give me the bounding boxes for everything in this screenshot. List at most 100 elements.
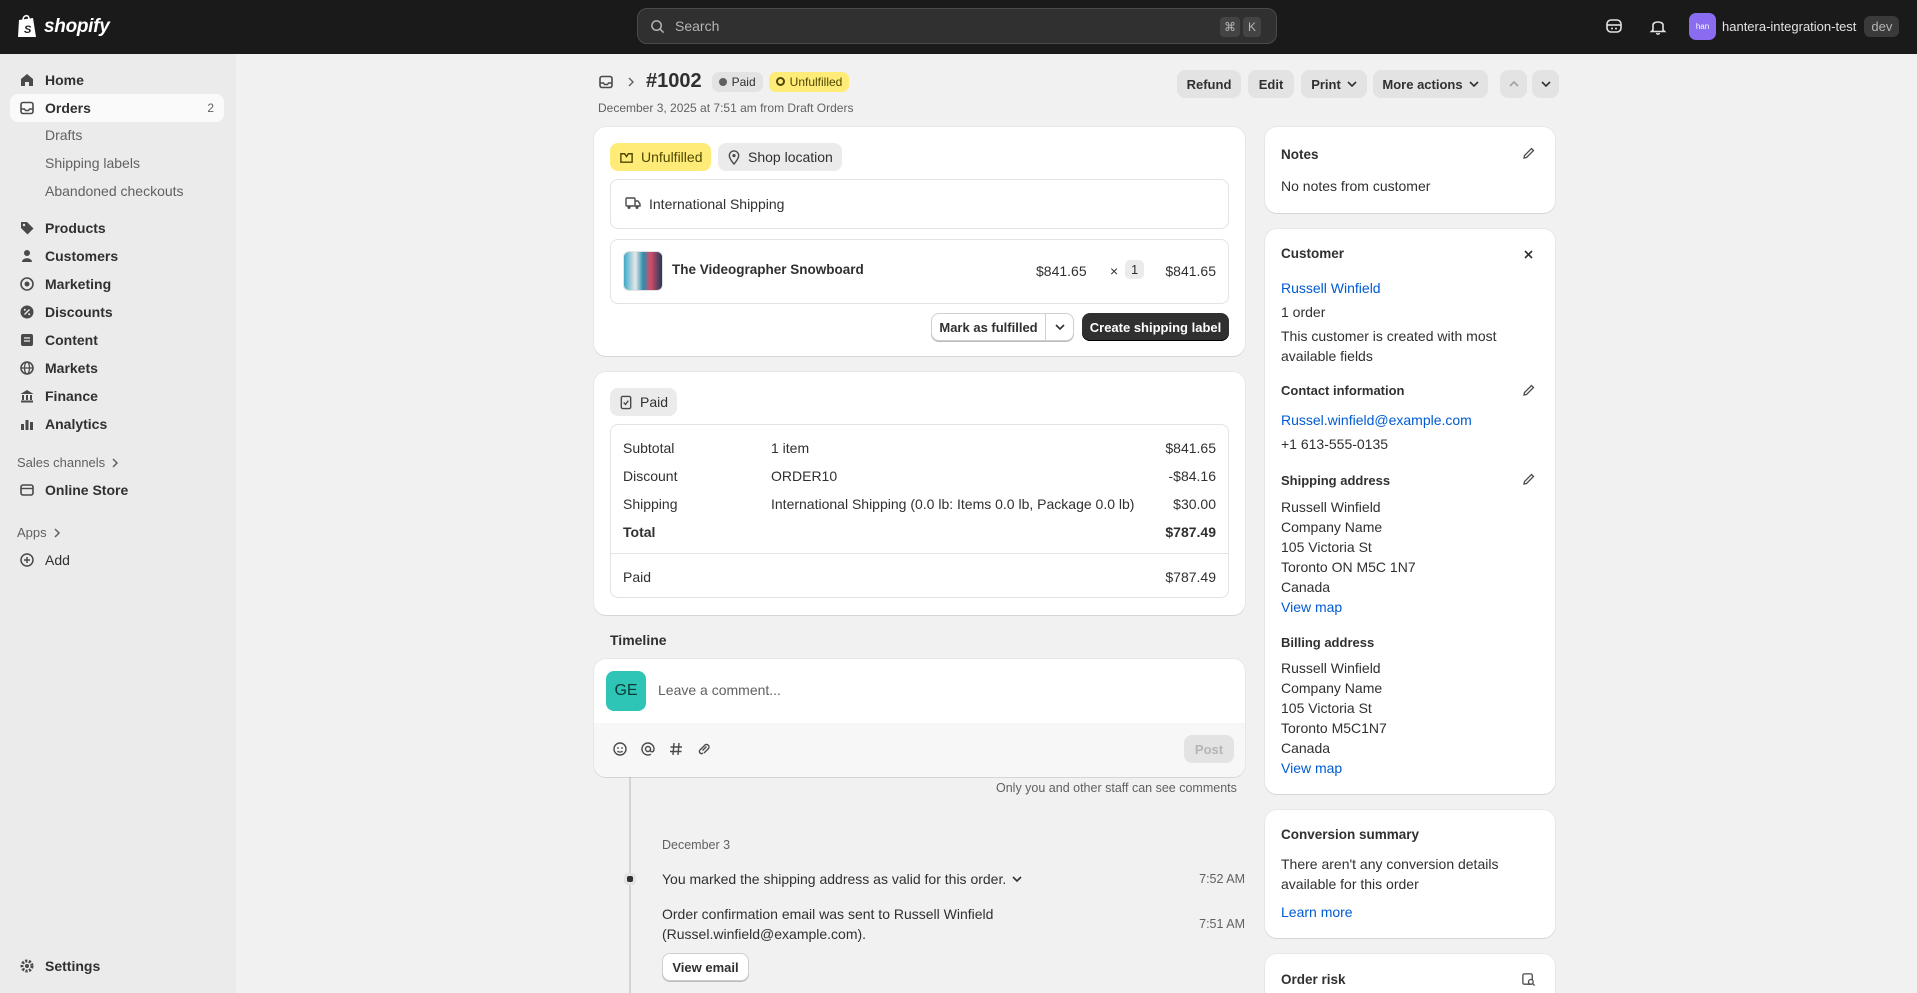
chevron-down-icon bbox=[1469, 81, 1479, 88]
shipping-method-box: International Shipping bbox=[610, 179, 1229, 229]
line-total: $841.65 bbox=[1165, 263, 1216, 279]
order-subtitle: December 3, 2025 at 7:51 am from Draft O… bbox=[598, 101, 854, 115]
next-order-button[interactable] bbox=[1532, 70, 1559, 98]
bell-icon[interactable] bbox=[1648, 16, 1668, 36]
shopify-logo[interactable]: S shopify bbox=[16, 14, 110, 39]
paid-pill: Paid bbox=[610, 388, 678, 416]
sidebar-item-label: Finance bbox=[45, 388, 98, 404]
plus-circle-icon bbox=[20, 553, 34, 567]
post-button[interactable]: Post bbox=[1184, 735, 1234, 763]
sidebar-item-content[interactable]: Content bbox=[10, 326, 224, 354]
comment-input[interactable]: Leave a comment... bbox=[658, 682, 781, 698]
attachment-icon[interactable] bbox=[696, 741, 712, 757]
refund-button[interactable]: Refund bbox=[1177, 70, 1241, 98]
view-email-button[interactable]: View email bbox=[662, 953, 749, 981]
apps-heading[interactable]: Apps bbox=[17, 525, 61, 540]
sidebar-item-drafts[interactable]: Drafts bbox=[45, 127, 82, 143]
close-icon[interactable] bbox=[1523, 249, 1534, 260]
sidekick-icon[interactable] bbox=[1604, 16, 1624, 36]
sidebar-item-shipping-labels[interactable]: Shipping labels bbox=[45, 155, 140, 171]
discount-amount: -$84.16 bbox=[1168, 468, 1216, 484]
inbox-icon[interactable] bbox=[598, 74, 614, 90]
search-input[interactable]: Search ⌘ K bbox=[637, 8, 1277, 44]
payment-status-badge: Paid bbox=[711, 71, 763, 92]
page-header: #1002 Paid Unfulfilled bbox=[598, 70, 855, 93]
contact-heading: Contact information bbox=[1281, 383, 1405, 398]
bank-icon bbox=[20, 390, 34, 403]
risk-analysis-icon[interactable] bbox=[1521, 972, 1536, 987]
pill-label: Shop location bbox=[748, 149, 833, 165]
product-thumbnail[interactable] bbox=[623, 251, 663, 291]
sidebar-item-customers[interactable]: Customers bbox=[10, 242, 224, 270]
sidebar-item-abandoned-checkouts[interactable]: Abandoned checkouts bbox=[45, 183, 184, 199]
sidebar-item-label: Analytics bbox=[45, 416, 108, 432]
previous-order-button[interactable] bbox=[1500, 70, 1527, 98]
fulfill-options-button[interactable] bbox=[1046, 313, 1074, 341]
sidebar-item-products[interactable]: Products bbox=[10, 214, 224, 242]
sidebar-item-orders[interactable]: Orders 2 bbox=[10, 94, 224, 122]
emoji-icon[interactable] bbox=[612, 741, 628, 757]
timeline-rail bbox=[629, 777, 631, 993]
discount-icon bbox=[20, 305, 34, 319]
button-label: Mark as fulfilled bbox=[939, 319, 1038, 335]
conversion-summary-card: Conversion summary There aren't any conv… bbox=[1265, 810, 1555, 938]
pencil-icon[interactable] bbox=[1522, 146, 1536, 160]
create-shipping-label-button[interactable]: Create shipping label bbox=[1082, 313, 1229, 341]
print-button[interactable]: Print bbox=[1301, 70, 1367, 98]
sidebar-item-marketing[interactable]: Marketing bbox=[10, 270, 224, 298]
shipping-address-line: Canada bbox=[1281, 579, 1331, 595]
billing-address-line: Russell Winfield bbox=[1281, 660, 1381, 676]
mark-as-fulfilled-button[interactable]: Mark as fulfilled bbox=[931, 313, 1046, 341]
mention-icon[interactable] bbox=[640, 741, 656, 757]
billing-address-line: Toronto M5C1N7 bbox=[1281, 720, 1387, 736]
sidebar-item-online-store[interactable]: Online Store bbox=[10, 476, 224, 504]
sidebar-item-analytics[interactable]: Analytics bbox=[10, 410, 224, 438]
chevron-right-icon bbox=[54, 527, 60, 538]
truck-icon bbox=[625, 197, 641, 209]
more-actions-button[interactable]: More actions bbox=[1373, 70, 1488, 98]
customer-email-link[interactable]: Russel.winfield@example.com bbox=[1281, 412, 1472, 428]
section-label: Apps bbox=[17, 525, 47, 540]
sidebar-item-settings[interactable]: Settings bbox=[10, 952, 224, 980]
unfulfilled-pill: Unfulfilled bbox=[610, 143, 712, 171]
timeline-event-address-validated[interactable]: You marked the shipping address as valid… bbox=[662, 871, 1022, 887]
order-risk-heading: Order risk bbox=[1281, 972, 1346, 987]
sidebar-item-discounts[interactable]: Discounts bbox=[10, 298, 224, 326]
shortcut-key-cmd: ⌘ bbox=[1220, 17, 1240, 37]
fulfillment-icon bbox=[620, 152, 633, 163]
sidebar-item-label: Marketing bbox=[45, 276, 112, 292]
pencil-icon[interactable] bbox=[1522, 383, 1536, 397]
billing-view-map-link[interactable]: View map bbox=[1281, 760, 1342, 776]
pencil-icon[interactable] bbox=[1522, 472, 1536, 486]
shop-location-pill: Shop location bbox=[718, 143, 842, 171]
edit-button[interactable]: Edit bbox=[1248, 70, 1294, 98]
sidebar-item-add-app[interactable]: Add bbox=[10, 546, 224, 574]
home-icon bbox=[21, 74, 33, 86]
composer-toolbar: Post bbox=[594, 723, 1245, 777]
button-label: More actions bbox=[1382, 76, 1463, 92]
chevron-down-icon bbox=[1012, 876, 1022, 883]
env-badge: dev bbox=[1864, 16, 1900, 37]
product-name[interactable]: The Videographer Snowboard bbox=[672, 262, 864, 277]
sidebar-item-home[interactable]: Home bbox=[10, 66, 224, 94]
store-switcher[interactable]: han hantera-integration-test dev bbox=[1689, 13, 1900, 40]
notes-card: Notes No notes from customer bbox=[1265, 127, 1555, 213]
receipt-check-icon bbox=[620, 395, 632, 409]
sidebar-item-finance[interactable]: Finance bbox=[10, 382, 224, 410]
shipping-address-line: Toronto ON M5C 1N7 bbox=[1281, 559, 1416, 575]
customer-name-link[interactable]: Russell Winfield bbox=[1281, 280, 1381, 296]
timeline-dot bbox=[624, 873, 636, 885]
sales-channels-heading[interactable]: Sales channels bbox=[17, 455, 119, 470]
shipping-address-line: Company Name bbox=[1281, 519, 1383, 535]
shipping-view-map-link[interactable]: View map bbox=[1281, 599, 1342, 615]
sidebar-item-markets[interactable]: Markets bbox=[10, 354, 224, 382]
fulfillment-card: Unfulfilled Shop location International … bbox=[594, 127, 1245, 356]
subtotal-label: Subtotal bbox=[623, 440, 675, 456]
shortcut-key-k: K bbox=[1243, 17, 1261, 37]
timeline-event-email-line1: Order confirmation email was sent to Rus… bbox=[662, 906, 994, 922]
learn-more-link[interactable]: Learn more bbox=[1281, 904, 1353, 920]
event-time: 7:52 AM bbox=[1199, 872, 1245, 886]
chevron-down-icon bbox=[1540, 81, 1551, 88]
button-label: Edit bbox=[1258, 76, 1284, 92]
hashtag-icon[interactable] bbox=[668, 741, 684, 757]
